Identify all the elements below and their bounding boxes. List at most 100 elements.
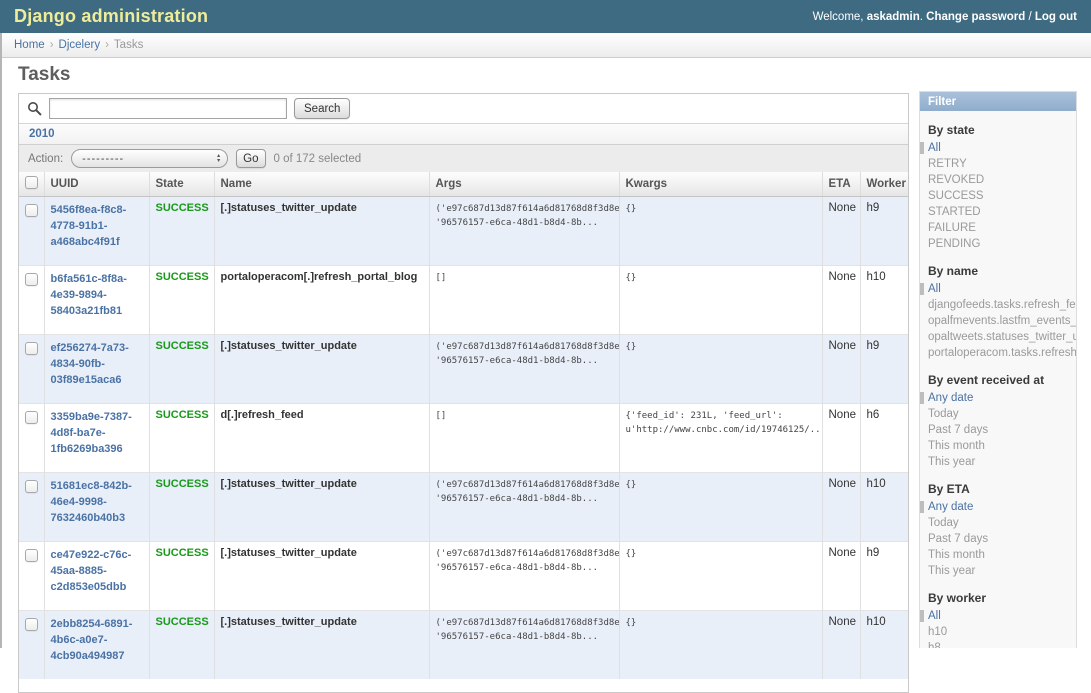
action-selected-option: ---------	[82, 153, 124, 165]
worker-cell: h10	[860, 611, 908, 680]
filter-sidebar: Filter By stateAllRETRYREVOKEDSUCCESSSTA…	[919, 91, 1077, 648]
actions-bar: Action: --------- ▴▾ Go 0 of 172 selecte…	[19, 145, 908, 172]
filter-section-title: By worker	[920, 591, 1076, 605]
task-uuid-link[interactable]: b6fa561c-8f8a-4e39-9894-58403a21fb81	[51, 271, 144, 319]
go-button[interactable]: Go	[236, 149, 265, 168]
column-header-eta[interactable]: ETA	[822, 172, 860, 197]
user-tools: Welcome, askadmin. Change password / Log…	[813, 11, 1077, 23]
filter-item: All	[920, 140, 1076, 156]
row-checkbox[interactable]	[25, 204, 38, 217]
filter-item: STARTED	[920, 204, 1076, 220]
column-header-worker[interactable]: Worker	[860, 172, 908, 197]
filter-link[interactable]: Today	[928, 408, 959, 420]
filter-link[interactable]: Any date	[928, 392, 973, 404]
filter-header: Filter	[920, 92, 1076, 111]
table-row: 2ebb8254-6891-4b6c-a0e7-4cb90a494987 SUCC…	[19, 611, 908, 680]
task-uuid-link[interactable]: 3359ba9e-7387-4d8f-ba7e-1fb6269ba396	[51, 409, 144, 457]
task-uuid-link[interactable]: 51681ec8-842b-46e4-9998-7632460b40b3	[51, 478, 144, 526]
row-checkbox[interactable]	[25, 273, 38, 286]
column-header-name[interactable]: Name	[214, 172, 429, 197]
select-all-checkbox[interactable]	[25, 176, 38, 189]
filter-link[interactable]: SUCCESS	[928, 190, 984, 202]
args-cell: ('e97c687d13d87f614a6d81768d8f3d8e', '96…	[429, 197, 619, 266]
task-uuid-link[interactable]: ef256274-7a73-4834-90fb-03f89e15aca6	[51, 340, 144, 388]
filter-link[interactable]: opalfmevents.lastfm_events_update	[928, 315, 1076, 327]
worker-cell: h6	[860, 404, 908, 473]
kwargs-cell: {}	[619, 542, 822, 611]
breadcrumb-item-tasks: Tasks	[114, 39, 143, 51]
column-header-uuid[interactable]: UUID	[44, 172, 149, 197]
state-badge: SUCCESS	[156, 271, 209, 283]
filter-link[interactable]: portaloperacom.tasks.refresh_portal	[928, 347, 1076, 359]
app-header: Django administration Welcome, askadmin.…	[0, 0, 1091, 33]
filter-link[interactable]: opaltweets.statuses_twitter_update	[928, 331, 1076, 343]
state-badge: SUCCESS	[156, 340, 209, 352]
task-uuid-link[interactable]: ce47e922-c76c-45aa-8885-c2d853e05dbb	[51, 547, 144, 595]
breadcrumb-separator: ›	[105, 39, 109, 51]
filter-link[interactable]: Past 7 days	[928, 424, 988, 436]
filter-link[interactable]: All	[928, 283, 941, 295]
breadcrumb: Home › Djcelery › Tasks	[0, 33, 1091, 58]
filter-link[interactable]: This year	[928, 456, 975, 468]
filter-list: All djangofeeds.tasks.refresh_feedopalfme…	[920, 281, 1076, 361]
breadcrumb-item-home[interactable]: Home	[14, 39, 45, 51]
breadcrumb-separator: ›	[50, 39, 54, 51]
logout-link[interactable]: Log out	[1035, 11, 1077, 23]
action-label: Action:	[28, 153, 63, 165]
eta-cell: None	[822, 404, 860, 473]
filter-section-title: By name	[920, 264, 1076, 278]
action-select[interactable]: --------- ▴▾	[71, 149, 228, 168]
row-checkbox[interactable]	[25, 480, 38, 493]
filter-link[interactable]: RETRY	[928, 158, 967, 170]
filter-link[interactable]: FAILURE	[928, 222, 976, 234]
filter-link[interactable]: STARTED	[928, 206, 981, 218]
uuid-cell: ce47e922-c76c-45aa-8885-c2d853e05dbb	[44, 542, 149, 611]
filter-link[interactable]: REVOKED	[928, 174, 984, 186]
row-checkbox[interactable]	[25, 549, 38, 562]
row-checkbox[interactable]	[25, 342, 38, 355]
filter-item: This month	[920, 438, 1076, 454]
filter-item: Today	[920, 406, 1076, 422]
kwargs-cell: {}	[619, 473, 822, 542]
task-uuid-link[interactable]: 2ebb8254-6891-4b6c-a0e7-4cb90a494987	[51, 616, 144, 664]
table-row: b6fa561c-8f8a-4e39-9894-58403a21fb81 SUCC…	[19, 266, 908, 335]
filter-link[interactable]: h8	[928, 642, 941, 648]
args-cell: ('e97c687d13d87f614a6d81768d8f3d8e', '96…	[429, 542, 619, 611]
search-button[interactable]: Search	[294, 98, 350, 119]
task-name-cell: [.]statuses_twitter_update	[214, 611, 429, 680]
change-password-link[interactable]: Change password	[926, 11, 1025, 23]
filter-link[interactable]: h10	[928, 626, 947, 638]
filter-link[interactable]: Past 7 days	[928, 533, 988, 545]
row-checkbox[interactable]	[25, 618, 38, 631]
date-hierarchy-year-link[interactable]: 2010	[29, 128, 55, 140]
breadcrumb-item-djcelery[interactable]: Djcelery	[59, 39, 101, 51]
uuid-cell: 2ebb8254-6891-4b6c-a0e7-4cb90a494987	[44, 611, 149, 680]
filter-link[interactable]: djangofeeds.tasks.refresh_feed	[928, 299, 1076, 311]
search-input[interactable]	[49, 98, 287, 119]
site-branding[interactable]: Django administration	[14, 6, 208, 27]
state-badge: SUCCESS	[156, 547, 209, 559]
args-cell: []	[429, 404, 619, 473]
state-badge: SUCCESS	[156, 616, 209, 628]
state-badge: SUCCESS	[156, 202, 209, 214]
column-header-args[interactable]: Args	[429, 172, 619, 197]
filter-link[interactable]: Any date	[928, 501, 973, 513]
selection-counter: 0 of 172 selected	[274, 153, 362, 165]
filter-item: opalfmevents.lastfm_events_update	[920, 313, 1076, 329]
filter-link[interactable]: This month	[928, 549, 985, 561]
filter-link[interactable]: Today	[928, 517, 959, 529]
uuid-cell: b6fa561c-8f8a-4e39-9894-58403a21fb81	[44, 266, 149, 335]
filter-link[interactable]: All	[928, 610, 941, 622]
filter-link[interactable]: This month	[928, 440, 985, 452]
filter-link[interactable]: PENDING	[928, 238, 980, 250]
task-name-cell: d[.]refresh_feed	[214, 404, 429, 473]
column-header-kwargs[interactable]: Kwargs	[619, 172, 822, 197]
filter-link[interactable]: All	[928, 142, 941, 154]
task-uuid-link[interactable]: 5456f8ea-f8c8-4778-91b1-a468abc4f91f	[51, 202, 144, 250]
row-checkbox[interactable]	[25, 411, 38, 424]
row-select-cell	[19, 542, 44, 611]
column-header-state[interactable]: State	[149, 172, 214, 197]
filter-link[interactable]: This year	[928, 565, 975, 577]
table-row: 51681ec8-842b-46e4-9998-7632460b40b3SUCC…	[19, 473, 908, 542]
state-cell: SUCCESS	[149, 266, 214, 335]
